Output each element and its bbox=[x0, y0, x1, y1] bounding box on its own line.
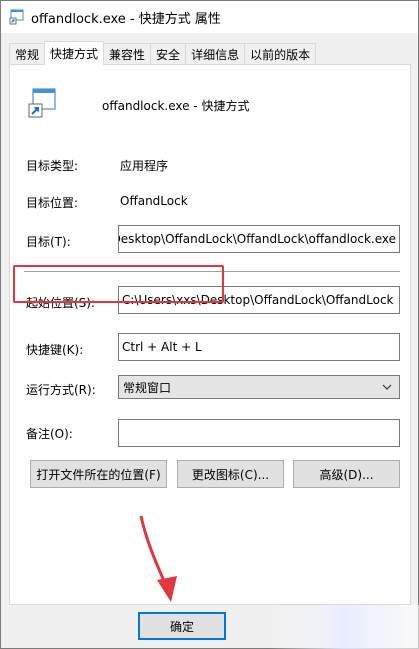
tab-previous-versions[interactable]: 以前的版本 bbox=[244, 43, 317, 65]
run-select-value: 常规窗口 bbox=[123, 380, 172, 395]
ok-button[interactable]: 确定 bbox=[138, 612, 226, 640]
target-input-text: C:\Users\xxs\Desktop\OffandLock\OffandLo… bbox=[119, 232, 396, 246]
window-title: offandlock.exe - 快捷方式 属性 bbox=[31, 11, 221, 27]
shortcut-app-icon bbox=[9, 9, 25, 25]
target-label: 目标(T): bbox=[26, 235, 71, 249]
tab-general[interactable]: 常规 bbox=[9, 43, 46, 65]
target-type-value: 应用程序 bbox=[120, 159, 169, 173]
target-location-value: OffandLock bbox=[120, 194, 188, 208]
tab-security[interactable]: 安全 bbox=[150, 43, 187, 65]
shortcut-name: offandlock.exe - 快捷方式 bbox=[102, 99, 250, 113]
tab-shortcut[interactable]: 快捷方式 bbox=[44, 41, 105, 65]
shortcut-key-label: 快捷键(K): bbox=[26, 343, 84, 357]
target-type-label: 目标类型: bbox=[26, 159, 79, 173]
open-file-location-button[interactable]: 打开文件所在的位置(F) bbox=[30, 460, 167, 488]
run-select[interactable]: 常规窗口 bbox=[118, 375, 400, 399]
red-arrow-annotation-icon bbox=[137, 514, 187, 606]
change-icon-button[interactable]: 更改图标(C)... bbox=[177, 460, 284, 488]
highlight-annotation-box bbox=[13, 265, 224, 303]
run-label: 运行方式(R): bbox=[26, 383, 96, 397]
shortcut-key-input[interactable]: Ctrl + Alt + L bbox=[118, 333, 400, 361]
chevron-down-icon bbox=[381, 381, 393, 393]
tab-details[interactable]: 详细信息 bbox=[185, 43, 246, 65]
properties-window: offandlock.exe - 快捷方式 属性 常规 快捷方式 兼容性 安全 … bbox=[0, 0, 419, 649]
shortcut-large-icon bbox=[28, 87, 58, 119]
comment-label: 备注(O): bbox=[26, 427, 73, 441]
shortcut-tab-panel: offandlock.exe - 快捷方式 目标类型: 应用程序 目标位置: O… bbox=[9, 64, 411, 605]
target-location-label: 目标位置: bbox=[26, 196, 79, 210]
tab-compatibility[interactable]: 兼容性 bbox=[103, 43, 152, 65]
target-input[interactable]: C:\Users\xxs\Desktop\OffandLock\OffandLo… bbox=[118, 225, 400, 253]
watermark-decoration bbox=[269, 605, 419, 649]
advanced-button[interactable]: 高级(D)... bbox=[293, 460, 400, 488]
comment-input[interactable] bbox=[118, 419, 400, 447]
shortcut-key-input-text: Ctrl + Alt + L bbox=[122, 340, 202, 354]
tab-strip: 常规 快捷方式 兼容性 安全 详细信息 以前的版本 bbox=[9, 41, 317, 65]
title-bar[interactable]: offandlock.exe - 快捷方式 属性 bbox=[1, 1, 418, 33]
